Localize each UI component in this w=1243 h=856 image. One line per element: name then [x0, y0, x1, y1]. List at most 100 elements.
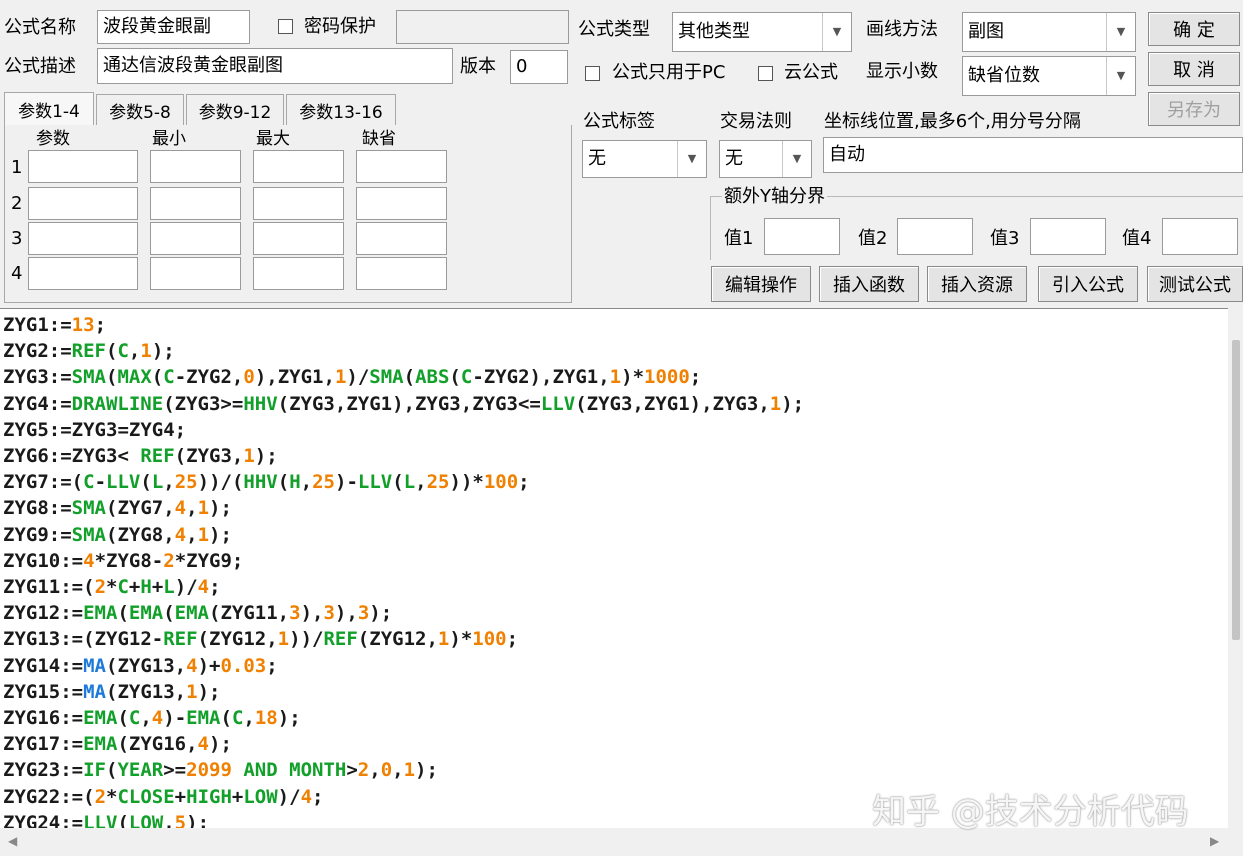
param-header-min: 最小 — [152, 129, 186, 149]
pc-only-label: 公式只用于PC — [612, 62, 726, 83]
formula-tag-select[interactable]: 无 ▼ — [582, 140, 707, 178]
formula-type-label: 公式类型 — [578, 19, 650, 40]
scroll-left-icon[interactable]: ◀ — [8, 834, 17, 848]
decimals-label: 显示小数 — [866, 61, 938, 82]
param-name-input[interactable] — [28, 257, 138, 290]
cloud-checkbox[interactable] — [758, 66, 773, 81]
draw-method-label: 画线方法 — [866, 19, 938, 40]
y-axis-label: 额外Y轴分界 — [722, 185, 827, 209]
param-row-number: 3 — [11, 228, 23, 249]
code-line: ZYG11:=(2*C+H+L)/4; — [3, 576, 221, 599]
y-val2-input[interactable] — [897, 218, 973, 255]
trade-rule-select[interactable]: 无 ▼ — [719, 140, 812, 178]
version-label: 版本 — [460, 56, 496, 77]
code-line: ZYG12:=EMA(EMA(EMA(ZYG11,3),3),3); — [3, 602, 393, 625]
code-line: ZYG16:=EMA(C,4)-EMA(C,18); — [3, 707, 301, 730]
cloud-label: 云公式 — [784, 62, 838, 83]
param-row-number: 2 — [11, 193, 23, 214]
test-formula-button[interactable]: 测试公式 — [1147, 266, 1243, 302]
code-line: ZYG1:=13; — [3, 314, 107, 336]
formula-type-value: 其他类型 — [678, 21, 750, 42]
draw-method-value: 副图 — [968, 21, 1004, 42]
code-line: ZYG9:=SMA(ZYG8,4,1); — [3, 523, 232, 546]
coord-line-label: 坐标线位置,最多6个,用分号分隔 — [824, 111, 1081, 132]
param-default-input[interactable] — [356, 150, 447, 183]
y-val2-label: 值2 — [858, 228, 888, 249]
cancel-button[interactable]: 取 消 — [1148, 52, 1240, 86]
param-min-input[interactable] — [150, 187, 241, 220]
ok-button[interactable]: 确 定 — [1148, 12, 1240, 46]
param-default-input[interactable] — [356, 187, 447, 220]
param-min-input[interactable] — [150, 257, 241, 290]
trade-rule-value: 无 — [725, 148, 743, 169]
chevron-down-icon: ▼ — [822, 13, 851, 51]
param-max-input[interactable] — [253, 222, 344, 255]
code-line: ZYG10:=4*ZYG8-2*ZYG9; — [3, 549, 244, 572]
watermark: 知乎 @技术分析代码 — [872, 792, 1189, 832]
tab-params-13-16[interactable]: 参数13-16 — [286, 94, 396, 126]
y-val3-input[interactable] — [1030, 218, 1106, 255]
tab-params-5-8[interactable]: 参数5-8 — [96, 94, 184, 126]
formula-name-input[interactable]: 波段黄金眼副 — [97, 10, 250, 44]
code-line: ZYG23:=IF(YEAR>=2099 AND MONTH>2,0,1); — [3, 759, 438, 782]
password-label: 密码保护 — [304, 16, 376, 37]
tab-params-1-4[interactable]: 参数1-4 — [4, 92, 94, 126]
code-line: ZYG2:=REF(C,1); — [3, 340, 175, 363]
chevron-down-icon: ▼ — [1106, 13, 1135, 51]
decimals-select[interactable]: 缺省位数 ▼ — [962, 56, 1136, 96]
formula-tag-label: 公式标签 — [583, 111, 655, 132]
code-line: ZYG17:=EMA(ZYG16,4); — [3, 733, 232, 756]
formula-name-label: 公式名称 — [4, 17, 76, 38]
code-line: ZYG6:=ZYG3< REF(ZYG3,1); — [3, 445, 278, 468]
edit-operation-button[interactable]: 编辑操作 — [711, 266, 811, 302]
coord-line-input[interactable]: 自动 — [823, 137, 1243, 173]
password-input[interactable] — [396, 10, 569, 44]
code-content: ZYG1:=13; ZYG2:=REF(C,1); ZYG3:=SMA(MAX(C-… — [0, 309, 1228, 829]
param-default-input[interactable] — [356, 222, 447, 255]
decimals-value: 缺省位数 — [968, 65, 1040, 86]
version-input[interactable]: 0 — [510, 50, 568, 84]
param-max-input[interactable] — [253, 257, 344, 290]
code-line: ZYG15:=MA(ZYG13,1); — [3, 680, 221, 703]
param-row-number: 4 — [11, 263, 23, 284]
chevron-down-icon: ▼ — [782, 141, 811, 177]
code-editor[interactable]: ZYG1:=13; ZYG2:=REF(C,1); ZYG3:=SMA(MAX(C-… — [0, 308, 1228, 829]
param-header-default: 缺省 — [362, 129, 396, 149]
draw-method-select[interactable]: 副图 ▼ — [962, 12, 1136, 52]
param-name-input[interactable] — [28, 222, 138, 255]
insert-resource-button[interactable]: 插入资源 — [927, 266, 1027, 302]
param-name-input[interactable] — [28, 150, 138, 183]
param-max-input[interactable] — [253, 150, 344, 183]
import-formula-button[interactable]: 引入公式 — [1038, 266, 1138, 302]
trade-rule-label: 交易法则 — [720, 111, 792, 132]
vertical-scroll-thumb[interactable] — [1232, 340, 1240, 640]
tab-params-9-12[interactable]: 参数9-12 — [186, 94, 284, 126]
param-name-input[interactable] — [28, 187, 138, 220]
param-row-number: 1 — [11, 157, 23, 178]
code-line: ZYG13:=(ZYG12-REF(ZYG12,1))/REF(ZYG12,1)… — [3, 628, 519, 651]
pc-only-checkbox[interactable] — [585, 66, 600, 81]
y-val4-input[interactable] — [1162, 218, 1238, 255]
param-min-input[interactable] — [150, 150, 241, 183]
scroll-right-icon[interactable]: ▶ — [1210, 834, 1219, 848]
insert-function-button[interactable]: 插入函数 — [819, 266, 919, 302]
chevron-down-icon: ▼ — [677, 141, 706, 177]
y-val1-input[interactable] — [764, 218, 840, 255]
y-val1-label: 值1 — [724, 228, 754, 249]
formula-tag-value: 无 — [588, 148, 606, 169]
code-line: ZYG5:=ZYG3=ZYG4; — [3, 418, 187, 441]
param-default-input[interactable] — [356, 257, 447, 290]
formula-desc-input[interactable]: 通达信波段黄金眼副图 — [97, 48, 453, 84]
y-val3-label: 值3 — [990, 228, 1020, 249]
chevron-down-icon: ▼ — [1106, 57, 1135, 95]
code-line: ZYG14:=MA(ZYG13,4)+0.03; — [3, 654, 278, 677]
y-val4-label: 值4 — [1122, 228, 1152, 249]
save-as-button[interactable]: 另存为 — [1148, 92, 1240, 126]
code-line: ZYG7:=(C-LLV(L,25))/(HHV(H,25)-LLV(L,25)… — [3, 471, 530, 494]
password-checkbox[interactable] — [278, 19, 293, 34]
param-max-input[interactable] — [253, 187, 344, 220]
formula-desc-label: 公式描述 — [4, 56, 76, 77]
param-header-name: 参数 — [36, 129, 70, 149]
param-min-input[interactable] — [150, 222, 241, 255]
formula-type-select[interactable]: 其他类型 ▼ — [672, 12, 852, 52]
